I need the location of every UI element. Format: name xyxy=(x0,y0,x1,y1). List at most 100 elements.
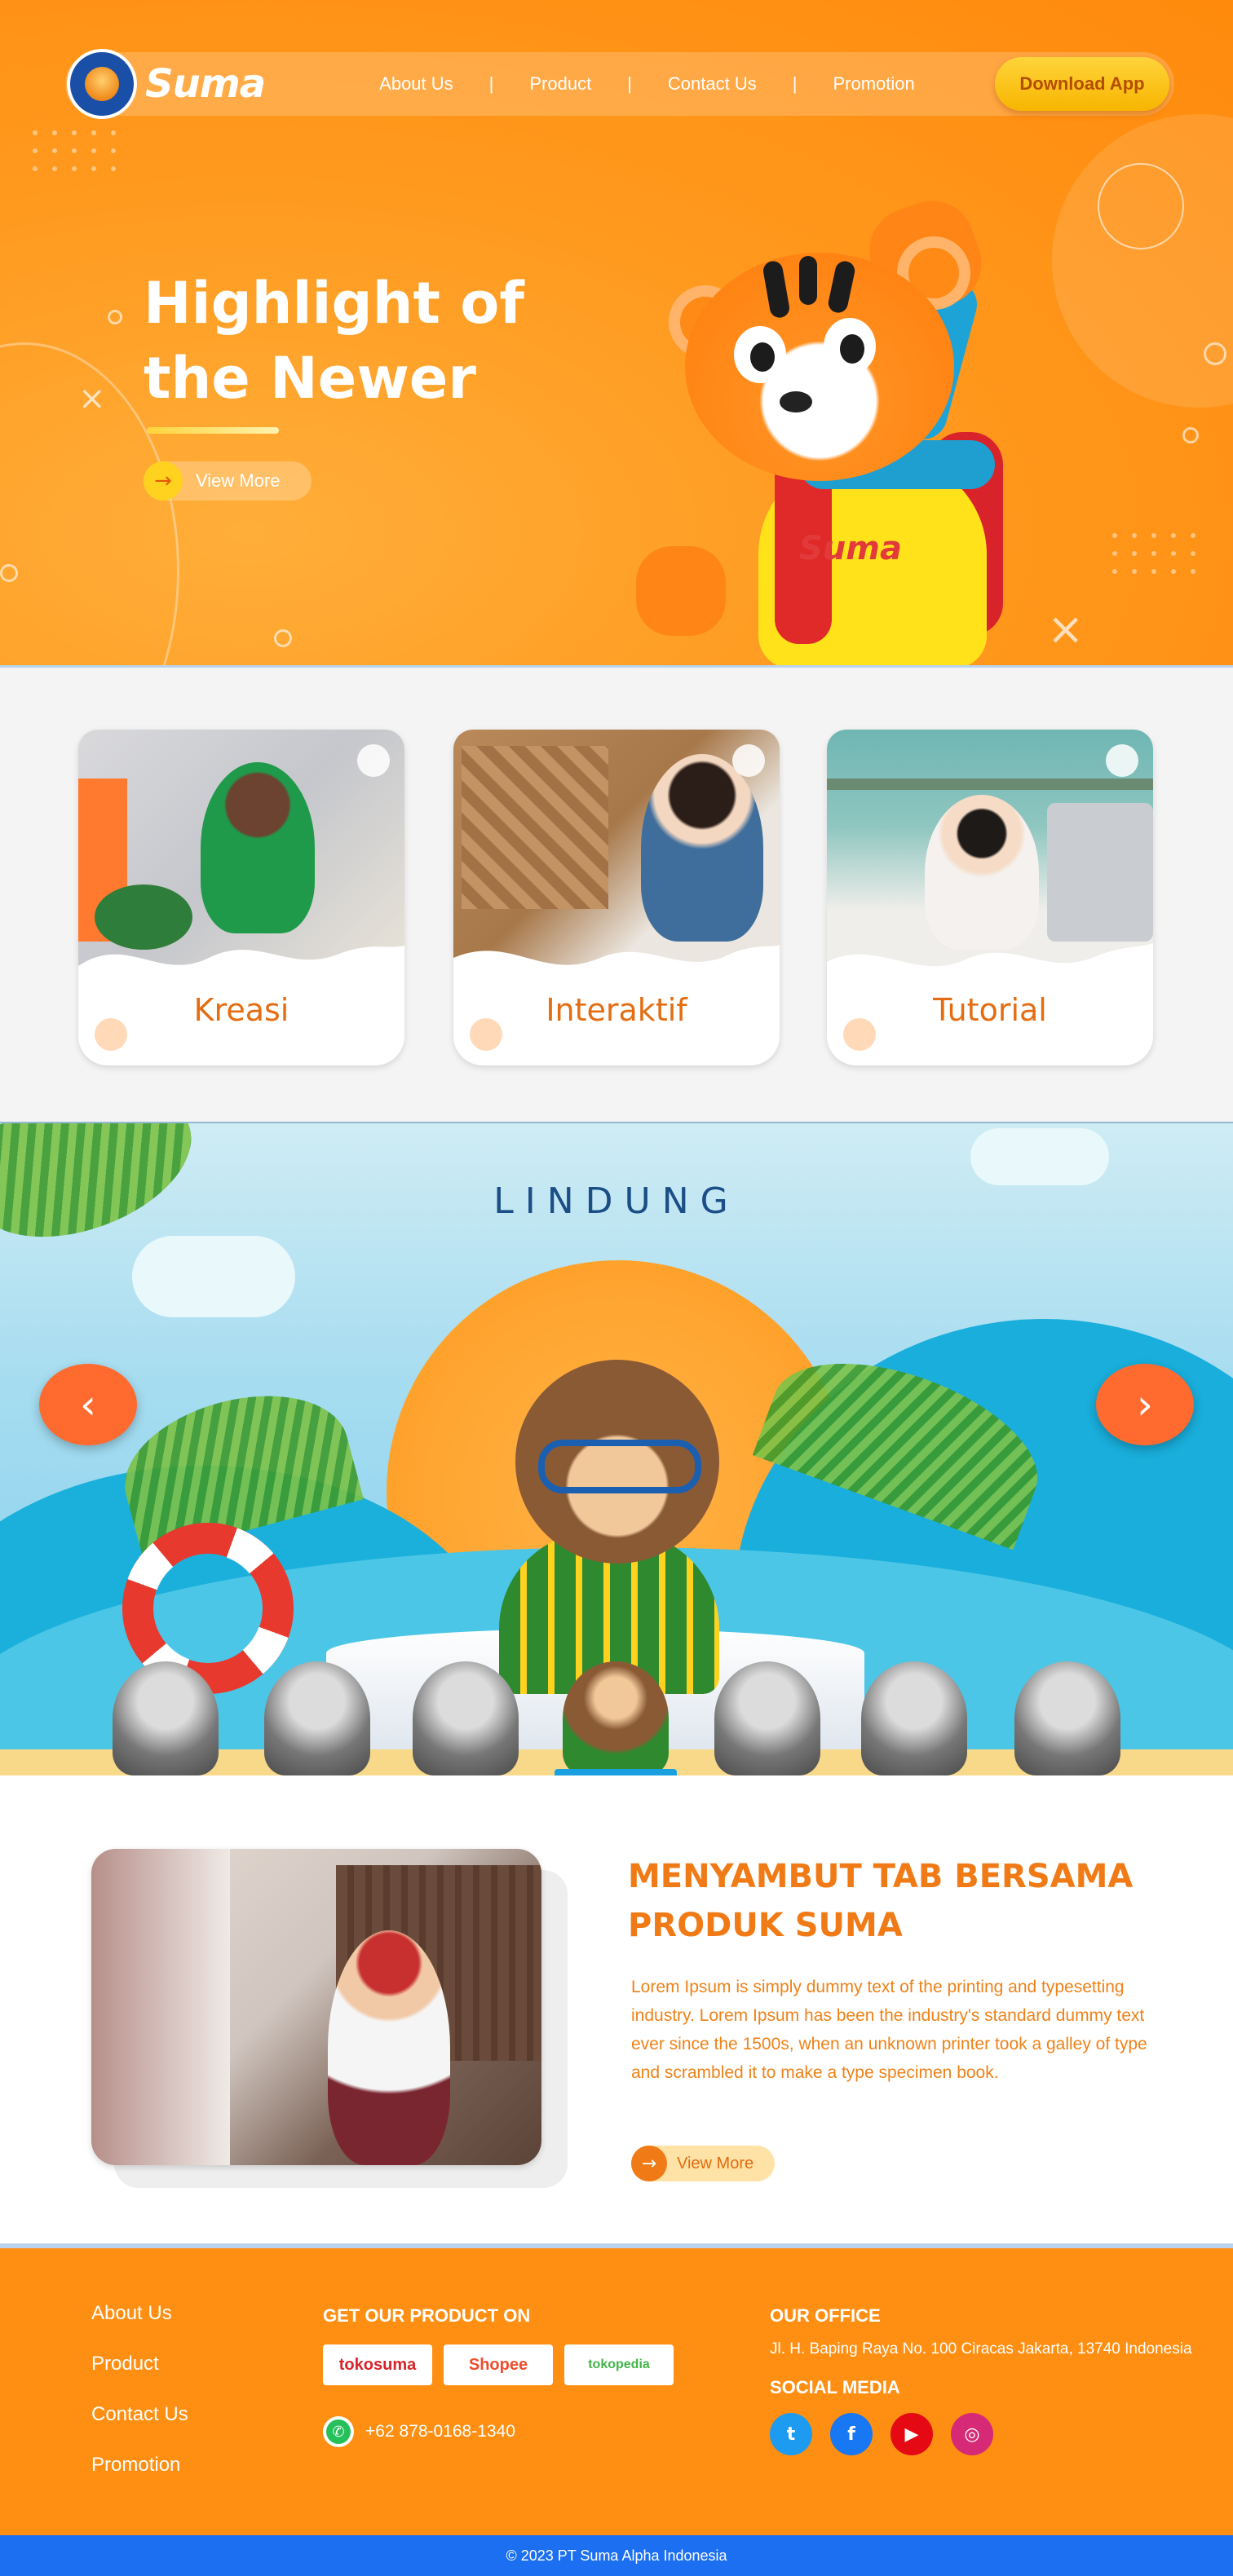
facebook-icon[interactable]: f xyxy=(830,2413,873,2455)
character-selector xyxy=(0,1653,1233,1775)
character-thumb-elephant[interactable] xyxy=(861,1661,967,1775)
about-view-more-button[interactable]: → View More xyxy=(631,2146,775,2181)
nav-separator: | xyxy=(488,73,494,94)
tiger-badge-icon xyxy=(67,49,137,119)
logo-wordmark: Suma xyxy=(145,61,266,107)
about-body: Lorem Ipsum is simply dummy text of the … xyxy=(631,1978,1147,2082)
products-heading: GET OUR PRODUCT ON xyxy=(323,2305,531,2326)
mascot-shirt-logo: Suma xyxy=(799,530,902,567)
social-links: t f ▶ ◎ xyxy=(770,2413,1194,2455)
decor-ring xyxy=(274,629,292,647)
child-figure xyxy=(328,1930,450,2165)
mascot-eye xyxy=(824,318,876,375)
child-figure xyxy=(925,795,1039,950)
features-section: Kreasi Interaktif Tutorial xyxy=(0,665,1233,1122)
hero-section: × × Suma About Us | Product | Contact Us… xyxy=(0,0,1233,665)
store-shopee[interactable]: Shopee xyxy=(444,2344,553,2385)
mascot-head xyxy=(685,253,954,481)
office-heading: OUR OFFICE xyxy=(770,2305,881,2326)
hero-title-underline xyxy=(147,427,279,434)
card-wave xyxy=(78,946,404,999)
mascot-eye xyxy=(734,326,786,383)
card-corner-dot xyxy=(1106,744,1138,777)
character-thumb-wolf[interactable] xyxy=(1014,1661,1120,1775)
carousel-prev-button[interactable]: ‹ xyxy=(39,1364,137,1445)
chevron-right-icon: › xyxy=(1137,1381,1153,1428)
footer-link-promotion[interactable]: Promotion xyxy=(91,2454,188,2504)
carousel-next-button[interactable]: › xyxy=(1096,1364,1194,1445)
office-address: Jl. H. Baping Raya No. 100 Ciracas Jakar… xyxy=(770,2340,1192,2358)
about-section: MENYAMBUT TAB BERSAMA PRODUK SUMA Lorem … xyxy=(0,1775,1233,2243)
character-thumb-zebra[interactable] xyxy=(714,1661,820,1775)
decor-x: × xyxy=(78,380,106,417)
tiger-mascot: Suma xyxy=(636,188,1093,665)
copyright-bar: © 2023 PT Suma Alpha Indonesia xyxy=(0,2535,1233,2576)
feature-card-interaktif[interactable]: Interaktif xyxy=(453,730,780,1065)
active-indicator xyxy=(555,1769,677,1775)
footer-link-contact-us[interactable]: Contact Us xyxy=(91,2403,188,2454)
parent-figure xyxy=(91,1849,230,2165)
feature-card-tutorial[interactable]: Tutorial xyxy=(827,730,1153,1065)
store-tokosuma[interactable]: tokosuma xyxy=(323,2344,432,2385)
decor-ring xyxy=(0,564,18,582)
card-corner-dot xyxy=(732,744,765,777)
arrow-right-icon: → xyxy=(144,461,183,501)
decor-ring xyxy=(1098,163,1184,249)
about-view-more-label: View More xyxy=(677,2154,754,2172)
mascot-hand xyxy=(636,546,726,636)
character-carousel: LINDUNG ‹ › xyxy=(0,1122,1233,1775)
social-heading: SOCIAL MEDIA xyxy=(770,2377,900,2397)
footer: About Us Product Contact Us Promotion GE… xyxy=(0,2243,1233,2535)
school-photo xyxy=(91,1849,541,2165)
cloud xyxy=(132,1236,295,1317)
footer-link-about-us[interactable]: About Us xyxy=(91,2302,188,2353)
phone-contact[interactable]: ✆ +62 878-0168-1340 xyxy=(323,2416,674,2447)
feature-card-label: Tutorial xyxy=(933,992,1047,1028)
nav-about-us[interactable]: About Us xyxy=(379,73,453,95)
instagram-icon[interactable]: ◎ xyxy=(951,2413,993,2455)
character-thumb-dog[interactable] xyxy=(264,1661,370,1775)
decor-dots xyxy=(33,130,117,171)
feature-card-label: Kreasi xyxy=(193,992,289,1028)
child-figure xyxy=(201,762,315,933)
shelf xyxy=(827,779,1153,790)
nav-promotion[interactable]: Promotion xyxy=(833,73,914,95)
card-corner-dot xyxy=(357,744,390,777)
twitter-icon[interactable]: t xyxy=(770,2413,812,2455)
glasses-icon xyxy=(538,1440,701,1493)
footer-office: OUR OFFICE Jl. H. Baping Raya No. 100 Ci… xyxy=(770,2305,1194,2455)
decor-ring xyxy=(1204,342,1226,365)
corkboard xyxy=(462,746,608,909)
laptop xyxy=(1047,803,1153,942)
decor-ring xyxy=(108,310,122,324)
download-app-button[interactable]: Download App xyxy=(995,57,1169,111)
footer-links: About Us Product Contact Us Promotion xyxy=(91,2302,188,2504)
character-thumb-tiger[interactable] xyxy=(113,1661,219,1775)
nav-links: About Us | Product | Contact Us | Promot… xyxy=(379,73,915,95)
about-title: MENYAMBUT TAB BERSAMA PRODUK SUMA xyxy=(628,1858,1134,1944)
mascot-nose xyxy=(780,391,812,412)
suma-logo[interactable]: Suma xyxy=(67,49,266,119)
youtube-icon[interactable]: ▶ xyxy=(890,2413,933,2455)
decor-ring xyxy=(1182,427,1199,443)
nav-separator: | xyxy=(627,73,632,94)
carousel-title: LINDUNG xyxy=(493,1180,740,1222)
card-wave xyxy=(453,945,780,999)
feature-card-label: Interaktif xyxy=(546,992,687,1028)
store-list: tokosuma Shopee tokopedia xyxy=(323,2344,674,2385)
footer-link-product[interactable]: Product xyxy=(91,2353,188,2403)
top-navbar: Suma About Us | Product | Contact Us | P… xyxy=(65,49,1174,119)
hero-title: Highlight of the Newer xyxy=(144,270,524,412)
character-thumb-hippo[interactable] xyxy=(413,1661,519,1775)
character-thumb-monkey[interactable] xyxy=(563,1661,669,1775)
nav-separator: | xyxy=(792,73,798,94)
hero-view-more-button[interactable]: → View More xyxy=(144,461,312,501)
nav-contact-us[interactable]: Contact Us xyxy=(668,73,757,95)
nav-product[interactable]: Product xyxy=(529,73,591,95)
mascot-stripe xyxy=(799,256,817,305)
feature-card-kreasi[interactable]: Kreasi xyxy=(78,730,404,1065)
cloud xyxy=(970,1128,1109,1185)
card-wave xyxy=(827,943,1153,999)
child-figure xyxy=(641,754,763,942)
store-tokopedia[interactable]: tokopedia xyxy=(564,2344,674,2385)
